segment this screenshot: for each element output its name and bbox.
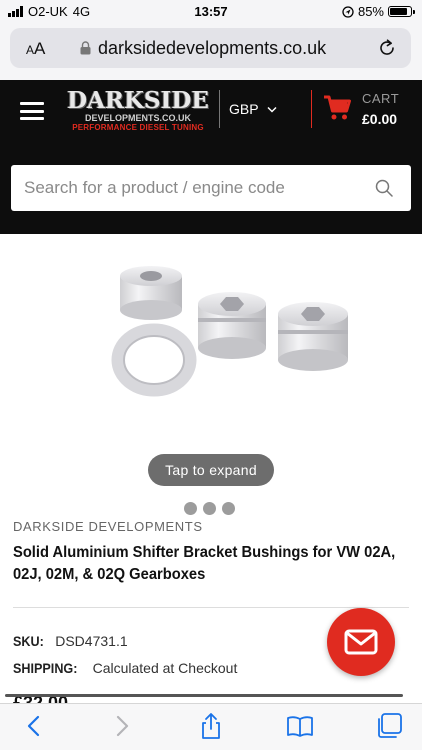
- divider: [13, 607, 409, 608]
- browser-address-area: AA darksidedevelopments.co.uk: [0, 24, 422, 80]
- gallery-dot[interactable]: [222, 502, 235, 515]
- site-header: DARKSIDE DEVELOPMENTS.CO.UK PERFORMANCE …: [0, 80, 422, 234]
- sku-value: DSD4731.1: [55, 633, 128, 649]
- status-bar: O2-UK 4G 13:57 85%: [0, 0, 422, 24]
- currency-selector[interactable]: GBP: [229, 101, 277, 117]
- chevron-down-icon: [267, 106, 277, 113]
- product-brand[interactable]: DARKSIDE DEVELOPMENTS: [13, 519, 203, 534]
- cart-icon[interactable]: [323, 94, 351, 122]
- search-input[interactable]: [11, 165, 371, 211]
- url-text[interactable]: darksidedevelopments.co.uk: [98, 38, 326, 59]
- search-icon[interactable]: [375, 179, 393, 197]
- logo-tagline: PERFORMANCE DIESEL TUNING: [72, 123, 204, 132]
- reload-icon[interactable]: [377, 38, 397, 58]
- logo-sub-text: DEVELOPMENTS.CO.UK: [84, 113, 191, 123]
- reader-options-button[interactable]: AA: [26, 39, 45, 59]
- sku-label: SKU:: [13, 633, 44, 649]
- search-box: [11, 165, 411, 211]
- shipping-row: SHIPPING: Calculated at Checkout: [13, 660, 237, 676]
- logo-main-text: DARKSIDE: [67, 87, 209, 114]
- header-divider: [219, 90, 220, 128]
- location-icon: [342, 5, 354, 18]
- tabs-icon[interactable]: [375, 712, 403, 740]
- cart-total[interactable]: £0.00: [362, 111, 397, 127]
- contact-mail-button[interactable]: [327, 608, 395, 676]
- gallery-dot[interactable]: [184, 502, 197, 515]
- battery-fill: [390, 8, 407, 15]
- product-title: Solid Aluminium Shifter Bracket Bushings…: [13, 544, 396, 583]
- cart-divider: [311, 90, 312, 128]
- shipping-label: SHIPPING:: [13, 660, 78, 676]
- share-icon[interactable]: [197, 712, 225, 740]
- sku-row: SKU: DSD4731.1: [13, 633, 128, 649]
- lock-icon: [80, 41, 91, 55]
- tap-to-expand-pill[interactable]: Tap to expand: [148, 454, 274, 486]
- browser-toolbar: [0, 703, 422, 750]
- site-logo[interactable]: DARKSIDE DEVELOPMENTS.CO.UK PERFORMANCE …: [60, 87, 216, 134]
- bookmarks-icon[interactable]: [286, 712, 314, 740]
- gallery-dot[interactable]: [203, 502, 216, 515]
- battery-icon: [388, 6, 415, 17]
- cart-label[interactable]: CART: [362, 91, 399, 106]
- gallery-dots[interactable]: [184, 502, 235, 515]
- back-icon[interactable]: [20, 712, 48, 740]
- hamburger-icon[interactable]: [20, 102, 44, 120]
- status-right: 85%: [342, 4, 415, 19]
- currency-label: GBP: [229, 101, 259, 117]
- scroll-indicator: [5, 694, 403, 697]
- mail-icon: [344, 629, 378, 655]
- battery-percent: 85%: [357, 4, 384, 19]
- product-gallery[interactable]: Tap to expand: [0, 234, 422, 518]
- shipping-value: Calculated at Checkout: [92, 660, 238, 676]
- forward-icon[interactable]: [108, 712, 136, 740]
- product-image[interactable]: [100, 254, 360, 424]
- address-bar[interactable]: AA darksidedevelopments.co.uk: [10, 28, 411, 68]
